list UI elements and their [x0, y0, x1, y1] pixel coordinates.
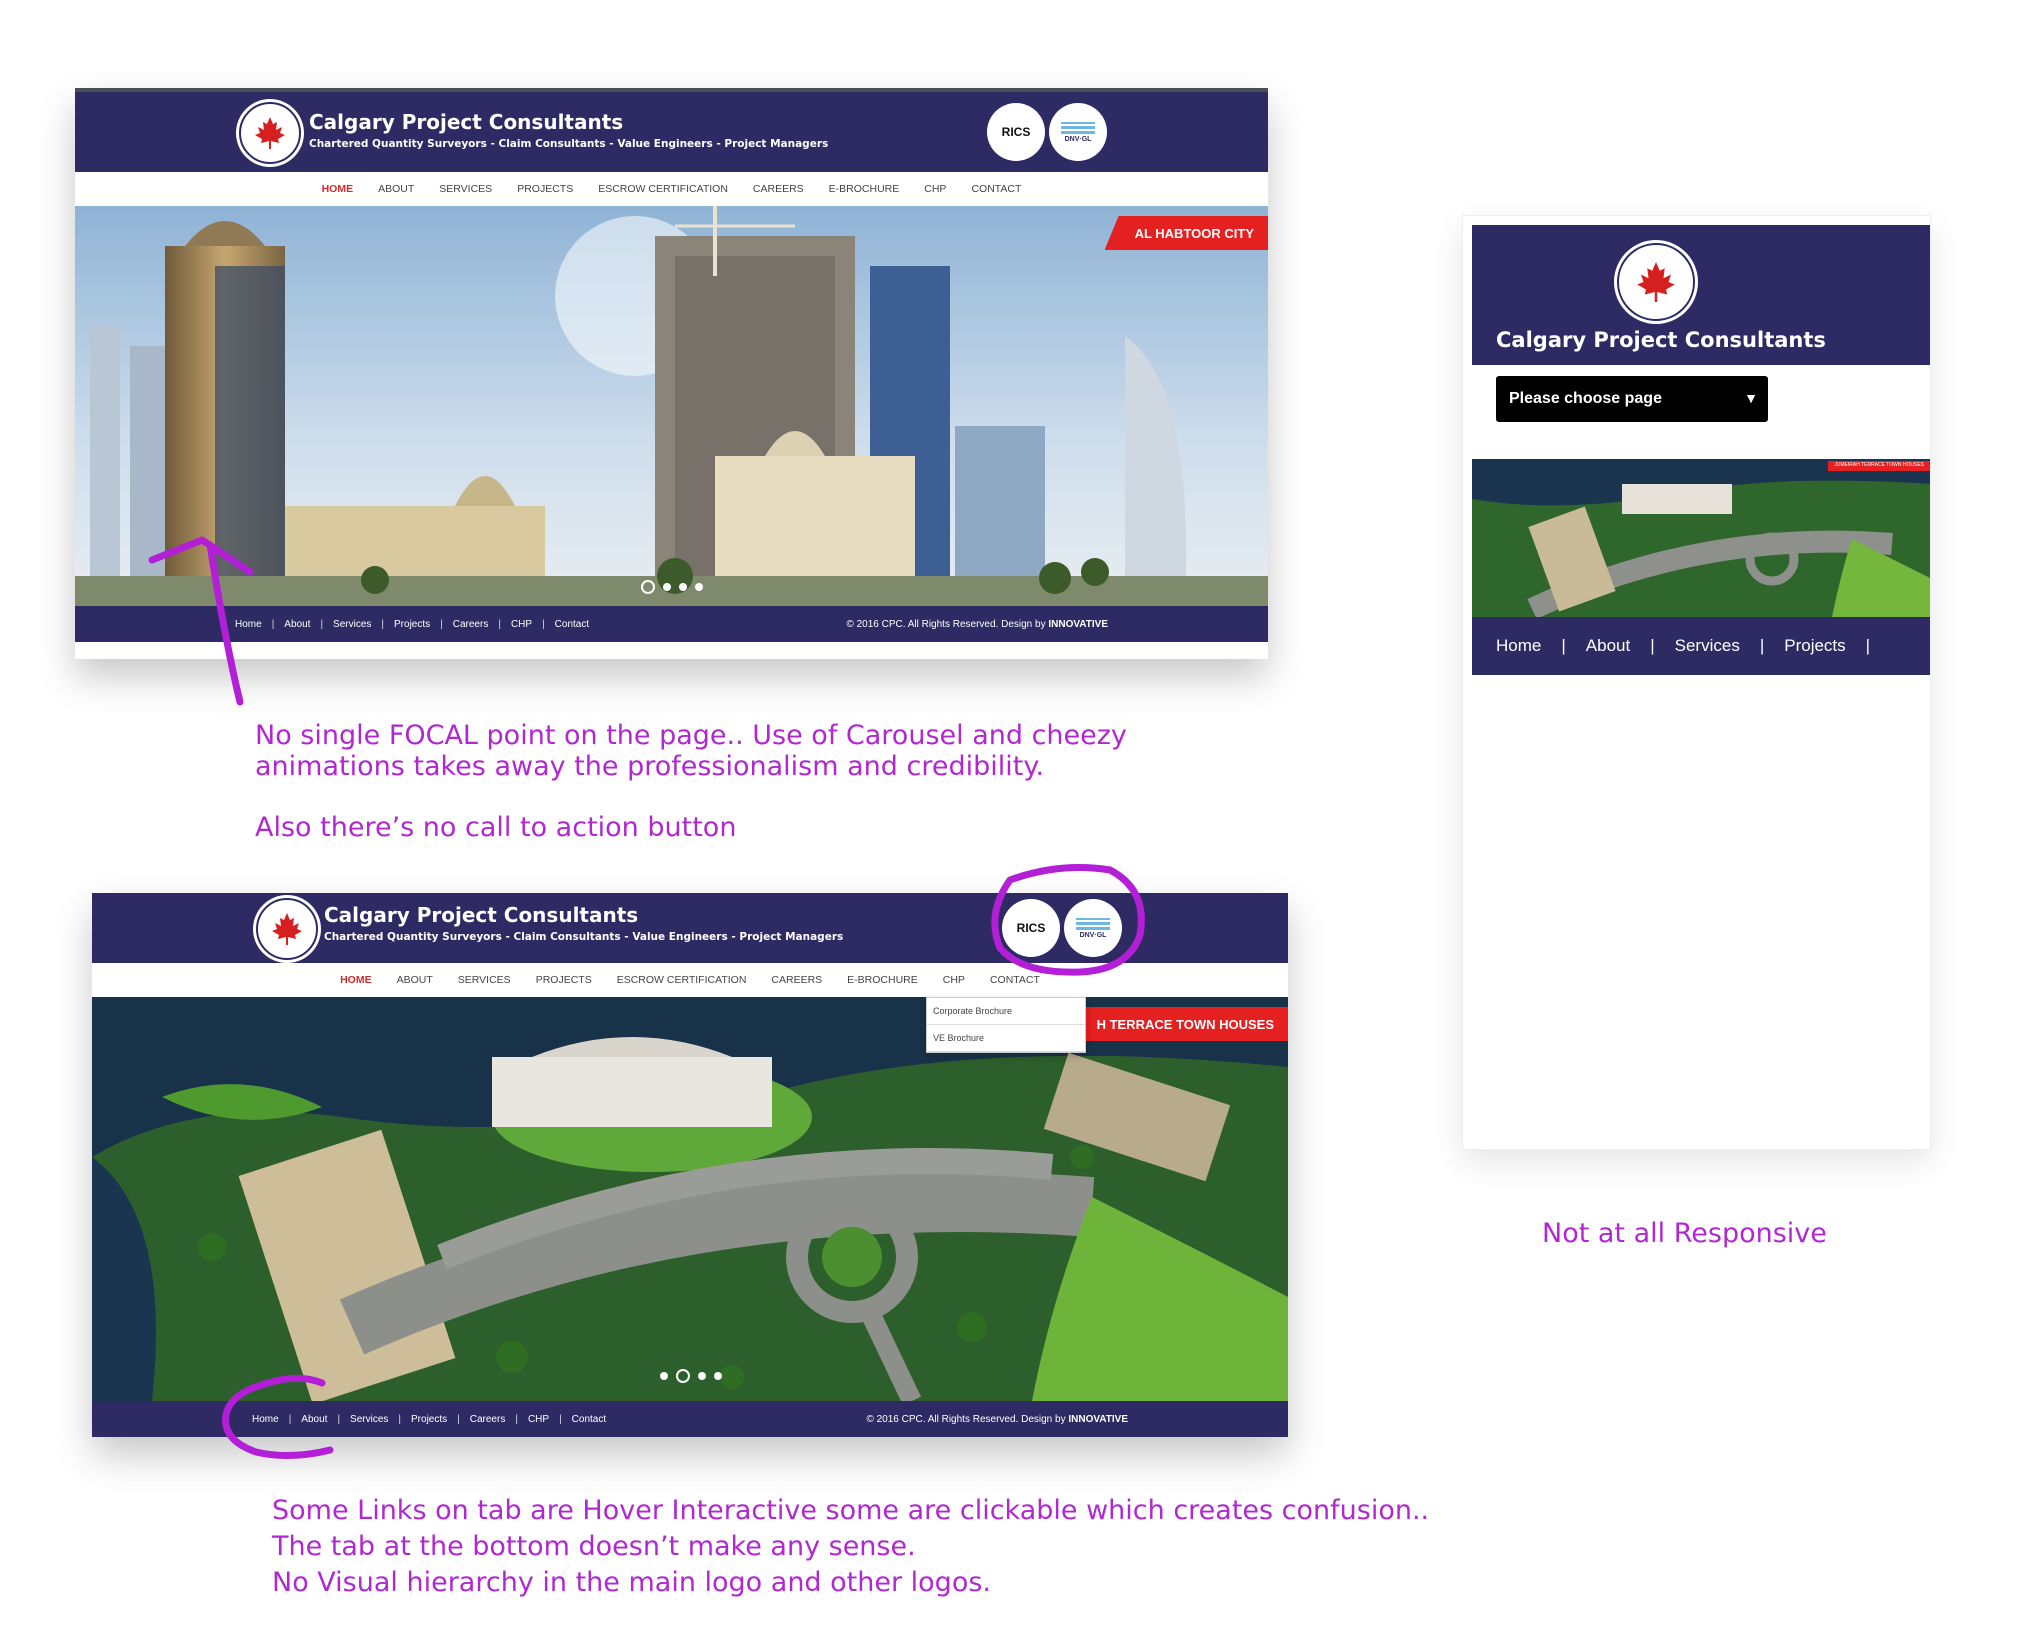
annotation-responsive: Not at all Responsive: [1542, 1218, 1827, 1249]
annotation-focal-line-1: No single FOCAL point on the page.. Use …: [255, 720, 1127, 751]
annotation-cta: Also there’s no call to action button: [255, 812, 737, 843]
e-brochure-dropdown: Corporate Brochure VE Brochure: [926, 997, 1086, 1053]
annotation-hover-line-1: Some Links on tab are Hover Interactive …: [272, 1495, 1430, 1526]
dropdown-item-corporate-brochure[interactable]: Corporate Brochure: [927, 998, 1085, 1025]
annotation-hover-line-3: No Visual hierarchy in the main logo and…: [272, 1567, 991, 1598]
annotation-hover-line-2: The tab at the bottom doesn’t make any s…: [272, 1531, 916, 1562]
arrow-annotation-icon: [206, 541, 244, 706]
annotation-focal-line-2: animations takes away the professionalis…: [255, 751, 1045, 782]
arrow-head-annotation-icon: [148, 536, 254, 576]
circle-footer-annotation-icon: [222, 1374, 334, 1460]
dropdown-item-ve-brochure[interactable]: VE Brochure: [927, 1025, 1085, 1052]
circle-badges-annotation-icon: [991, 864, 1145, 976]
